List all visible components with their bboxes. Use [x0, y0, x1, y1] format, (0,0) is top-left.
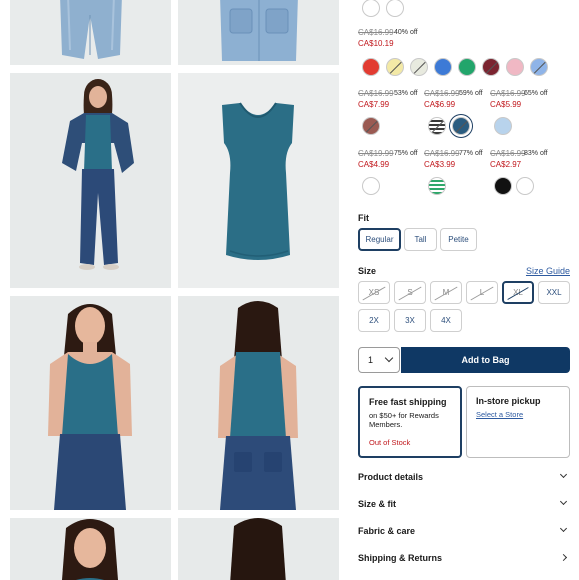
discount-label: 75% off: [394, 150, 418, 157]
product-page: CA$16.99 40% off CA$10.19 CA$16.99 53% o…: [0, 0, 579, 580]
size-option-m[interactable]: M: [430, 281, 462, 304]
sale-price: CA$3.99: [424, 160, 456, 169]
original-price: CA$16.99: [424, 89, 460, 98]
color-swatch-blue[interactable]: [434, 58, 452, 76]
color-swatch-yellow-stripe[interactable]: [386, 58, 404, 76]
product-image-2[interactable]: [178, 0, 339, 65]
accordion-size-fit[interactable]: Size & fit: [358, 494, 570, 514]
discount-label: 59% off: [459, 90, 483, 97]
original-price: CA$16.99: [490, 149, 526, 158]
model-front-image: [10, 296, 171, 510]
size-option-xxl[interactable]: XXL: [538, 281, 570, 304]
color-swatch-rust-stripe[interactable]: [362, 117, 380, 135]
model-closeup-front-image: [10, 518, 171, 580]
add-to-bag-button[interactable]: Add to Bag: [401, 347, 570, 373]
jeans-back-crop-image: [178, 0, 339, 65]
product-image-4[interactable]: [178, 73, 339, 288]
chevron-down-icon: [559, 470, 568, 479]
size-option-s[interactable]: S: [394, 281, 426, 304]
chevron-right-icon: [559, 553, 568, 562]
color-swatch-burgundy[interactable]: [482, 58, 500, 76]
accordion-shipping-returns[interactable]: Shipping & Returns: [358, 548, 570, 568]
discount-label: 40% off: [394, 29, 418, 36]
model-full-body-image: [10, 73, 171, 288]
product-image-gallery: [0, 0, 345, 580]
sale-price: CA$7.99: [358, 100, 390, 109]
select-store-link[interactable]: Select a Store: [476, 410, 560, 419]
color-swatch-teal-selected[interactable]: [452, 117, 470, 135]
product-image-8[interactable]: [178, 518, 339, 580]
accordion-label: Size & fit: [358, 499, 397, 509]
shipping-title: Free fast shipping: [369, 397, 447, 407]
color-swatch-green-stripe[interactable]: [428, 177, 446, 195]
original-price: CA$19.99: [358, 149, 394, 158]
original-price: CA$16.99: [358, 28, 394, 37]
tank-top-flat-image: [178, 73, 339, 288]
size-option-2x[interactable]: 2X: [358, 309, 390, 332]
color-swatch[interactable]: [386, 0, 404, 17]
size-option-xs[interactable]: XS: [358, 281, 390, 304]
product-image-6[interactable]: [178, 296, 339, 510]
quantity-select[interactable]: 1: [358, 347, 400, 373]
discount-label: 53% off: [394, 90, 418, 97]
original-price: CA$16.99: [424, 149, 460, 158]
product-image-3[interactable]: [10, 73, 171, 288]
sale-price: CA$10.19: [358, 39, 394, 48]
sale-price: CA$4.99: [358, 160, 390, 169]
accordion-label: Shipping & Returns: [358, 553, 442, 563]
color-swatch-white[interactable]: [362, 177, 380, 195]
chevron-down-icon: [559, 524, 568, 533]
product-image-7[interactable]: [10, 518, 171, 580]
color-swatch-white[interactable]: [516, 177, 534, 195]
product-options-panel: CA$16.99 40% off CA$10.19 CA$16.99 53% o…: [358, 0, 579, 580]
sale-price: CA$2.97: [490, 160, 522, 169]
quantity-value: 1: [368, 355, 374, 365]
sale-price: CA$6.99: [424, 100, 456, 109]
color-swatch-sky-blue[interactable]: [494, 117, 512, 135]
size-option-l[interactable]: L: [466, 281, 498, 304]
size-option-3x[interactable]: 3X: [394, 309, 426, 332]
shipping-subtitle: on $50+ for Rewards Members.: [369, 411, 439, 429]
fit-option-petite[interactable]: Petite: [440, 228, 477, 251]
accordion-fabric-care[interactable]: Fabric & care: [358, 521, 570, 541]
discount-label: 83% off: [524, 150, 548, 157]
color-swatch-black[interactable]: [494, 177, 512, 195]
discount-label: 65% off: [524, 90, 548, 97]
color-swatch-green[interactable]: [458, 58, 476, 76]
size-option-xl[interactable]: XL: [502, 281, 534, 304]
color-swatch-light-blue[interactable]: [530, 58, 548, 76]
chevron-down-icon: [559, 497, 568, 506]
fit-label: Fit: [358, 213, 369, 223]
product-image-5[interactable]: [10, 296, 171, 510]
color-swatch-red[interactable]: [362, 58, 380, 76]
size-guide-link[interactable]: Size Guide: [526, 266, 570, 276]
shipping-option-card[interactable]: Free fast shipping on $50+ for Rewards M…: [358, 386, 462, 458]
accordion-product-details[interactable]: Product details: [358, 467, 570, 487]
sale-price: CA$5.99: [490, 100, 522, 109]
accordion-label: Product details: [358, 472, 424, 482]
original-price: CA$16.99: [358, 89, 394, 98]
pickup-title: In-store pickup: [476, 396, 541, 406]
product-image-1[interactable]: [10, 0, 171, 65]
shipping-status: Out of Stock: [369, 438, 411, 447]
original-price: CA$16.99: [490, 89, 526, 98]
model-back-image: [178, 296, 339, 510]
size-label: Size: [358, 266, 377, 276]
accordion-label: Fabric & care: [358, 526, 416, 536]
fit-option-regular[interactable]: Regular: [358, 228, 401, 251]
discount-label: 77% off: [459, 150, 483, 157]
color-swatch[interactable]: [362, 0, 380, 17]
model-closeup-back-image: [178, 518, 339, 580]
color-swatch-pink[interactable]: [506, 58, 524, 76]
color-swatch-cream[interactable]: [410, 58, 428, 76]
fit-option-tall[interactable]: Tall: [404, 228, 437, 251]
jeans-front-crop-image: [10, 0, 171, 65]
color-swatch-black-stripe[interactable]: [428, 117, 446, 135]
size-option-4x[interactable]: 4X: [430, 309, 462, 332]
pickup-option-card[interactable]: In-store pickup Select a Store: [466, 386, 570, 458]
chevron-down-icon: [384, 353, 394, 363]
